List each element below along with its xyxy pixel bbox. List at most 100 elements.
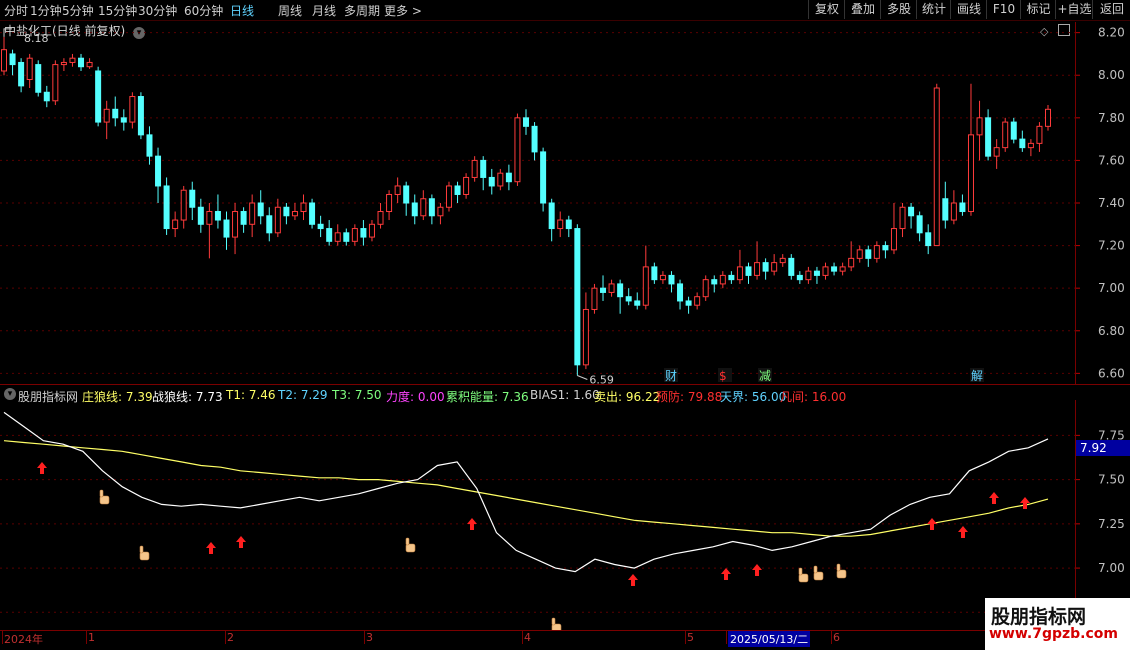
- watermark-title: 股朋指标网: [991, 606, 1087, 628]
- candle-body: [1019, 138, 1026, 149]
- period-tab-0[interactable]: 分时: [4, 2, 28, 19]
- indicator-chart: 7.757.507.257.006.757.92: [0, 400, 1130, 630]
- candle-body: [471, 159, 478, 178]
- candle-body: [668, 274, 675, 285]
- current-value-text: 7.92: [1080, 441, 1107, 455]
- candle-body: [856, 249, 863, 259]
- candle-body: [625, 296, 632, 302]
- event-marker-text: 解: [971, 369, 983, 383]
- time-axis-separator: [364, 630, 365, 644]
- hand-pointer-icon: [99, 489, 110, 505]
- candle-body: [745, 266, 752, 276]
- candle-body: [240, 211, 247, 225]
- candle-body: [249, 202, 256, 225]
- event-marker-text: 财: [665, 369, 677, 383]
- candle-body: [291, 211, 298, 217]
- candle-body: [848, 257, 855, 268]
- candle-body: [719, 274, 726, 285]
- time-axis-line: [0, 630, 1075, 631]
- buy-arrow-icon: [206, 542, 216, 554]
- time-axis-separator: [726, 630, 727, 644]
- candle-body: [694, 296, 701, 306]
- period-tab-9[interactable]: 多周期: [344, 2, 380, 19]
- buy-arrow-icon: [37, 462, 47, 474]
- event-marker[interactable]: 财: [664, 368, 678, 383]
- candle-body: [214, 211, 221, 221]
- candle-body: [617, 283, 624, 298]
- candle-body: [873, 245, 880, 259]
- event-marker[interactable]: $: [718, 368, 732, 383]
- candle-body: [394, 185, 401, 195]
- time-axis-label: 6: [833, 631, 840, 644]
- candle-body: [60, 61, 67, 66]
- hand-pointer-icon: [551, 617, 562, 630]
- buy-arrow-icon: [628, 574, 638, 586]
- candle-body: [197, 206, 204, 225]
- buy-arrow-icon: [1020, 497, 1030, 509]
- candle-body: [43, 91, 50, 102]
- toolbar-action-1[interactable]: 叠加: [844, 0, 881, 19]
- candle-body: [591, 287, 598, 310]
- time-axis-label: 2: [227, 631, 234, 644]
- candle-body: [420, 198, 427, 217]
- indicator-line-1: [3, 411, 1049, 573]
- toolbar-action-2[interactable]: 多股: [880, 0, 917, 19]
- buy-arrow-icon: [752, 564, 762, 576]
- indicator-axis-label: 7.00: [1098, 561, 1125, 575]
- candle-body: [257, 202, 264, 217]
- candle-body: [18, 61, 25, 87]
- period-tab-1[interactable]: 1分钟: [30, 2, 62, 19]
- candle-body: [403, 185, 410, 204]
- candle-body: [488, 176, 495, 187]
- indicator-axis-label: 7.25: [1098, 517, 1125, 531]
- candle-body: [445, 185, 452, 208]
- toolbar-action-0[interactable]: 复权: [808, 0, 845, 19]
- indicator-menu-icon[interactable]: ▾: [4, 388, 16, 400]
- candle-body: [95, 70, 102, 123]
- toolbar-action-6[interactable]: 标记: [1020, 0, 1056, 19]
- candle-body: [206, 211, 213, 225]
- buy-arrow-icon: [467, 518, 477, 530]
- period-tab-10[interactable]: 更多 >: [384, 2, 422, 19]
- candle-body: [642, 266, 649, 306]
- time-axis-separator: [522, 630, 523, 644]
- candle-body: [368, 223, 375, 238]
- candle-body: [762, 262, 769, 272]
- candle-body: [651, 266, 658, 281]
- candle-body: [967, 134, 974, 213]
- candle-body: [796, 274, 803, 281]
- candle-body: [309, 202, 316, 225]
- period-tab-8[interactable]: 月线: [312, 2, 336, 19]
- candle-body: [360, 228, 367, 238]
- period-tab-5[interactable]: 60分钟: [184, 2, 223, 19]
- toolbar-action-5[interactable]: F10: [986, 0, 1021, 19]
- event-marker[interactable]: 解: [970, 368, 984, 383]
- time-axis-separator: [2, 630, 3, 644]
- candle-body: [916, 215, 923, 234]
- toolbar-action-3[interactable]: 统计: [916, 0, 951, 19]
- candle-body: [925, 232, 932, 247]
- watermark-url: www.7gpzb.com: [989, 626, 1119, 642]
- candle-body: [685, 300, 692, 306]
- candle-body: [565, 219, 572, 230]
- period-tab-2[interactable]: 5分钟: [62, 2, 94, 19]
- price-axis-label: 7.60: [1098, 153, 1125, 167]
- toolbar-action-8[interactable]: 返回: [1092, 0, 1130, 19]
- candle-body: [822, 266, 829, 276]
- toolbar-action-4[interactable]: 画线: [950, 0, 987, 19]
- toolbar-action-7[interactable]: +自选: [1055, 0, 1093, 19]
- time-axis-separator: [685, 630, 686, 644]
- candle-body: [86, 61, 93, 68]
- period-tab-4[interactable]: 30分钟: [138, 2, 177, 19]
- period-tab-6[interactable]: 日线: [230, 2, 254, 19]
- event-marker[interactable]: 减: [758, 368, 772, 383]
- period-tab-3[interactable]: 15分钟: [98, 2, 137, 19]
- candle-body: [1010, 121, 1017, 140]
- candle-body: [155, 155, 162, 187]
- candle-body: [754, 262, 761, 276]
- time-axis-label: 4: [524, 631, 531, 644]
- period-tab-7[interactable]: 周线: [278, 2, 302, 19]
- price-axis-label: 7.80: [1098, 111, 1125, 125]
- buy-arrow-icon: [989, 492, 999, 504]
- candle-body: [702, 279, 709, 298]
